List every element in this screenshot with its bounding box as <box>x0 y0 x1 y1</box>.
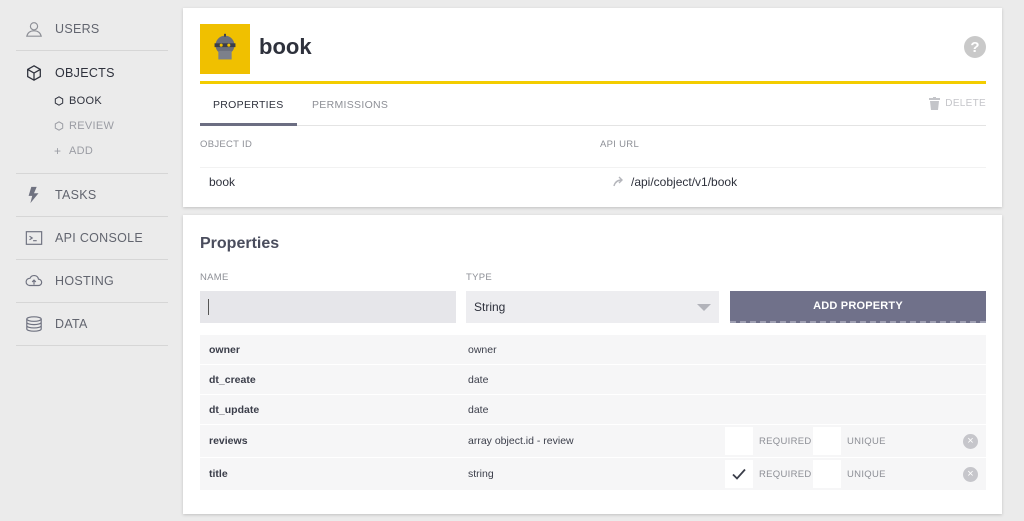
property-name-input[interactable] <box>200 291 456 323</box>
properties-title: Properties <box>200 235 280 252</box>
robot-icon <box>214 33 236 60</box>
property-name: reviews <box>209 435 248 447</box>
sidebar: USERS OBJECTS BOOK REVIEW + ADD TASKS AP… <box>16 8 168 346</box>
tab-permissions[interactable]: PERMISSIONS <box>296 84 404 126</box>
unique-label: UNIQUE <box>847 436 886 447</box>
table-row: owner owner <box>200 335 986 365</box>
object-tabs: PROPERTIES PERMISSIONS DELETE <box>200 84 986 126</box>
property-type: date <box>468 404 489 416</box>
unique-checkbox[interactable] <box>813 427 841 455</box>
hexagon-icon <box>54 95 66 106</box>
sidebar-item-label: DATA <box>55 317 88 331</box>
required-label: REQUIRED <box>759 436 812 447</box>
property-name: dt_create <box>209 374 256 386</box>
required-checkbox[interactable] <box>725 460 753 488</box>
trash-icon <box>929 97 941 110</box>
sidebar-object-review[interactable]: REVIEW <box>54 113 168 138</box>
bolt-icon <box>23 184 45 206</box>
help-icon[interactable]: ? <box>964 36 986 58</box>
object-avatar <box>200 24 250 74</box>
table-row: dt_create date <box>200 365 986 395</box>
sidebar-object-add[interactable]: + ADD <box>54 138 168 163</box>
object-id-value: book <box>209 175 236 189</box>
object-title: book <box>259 34 312 59</box>
checkmark-icon <box>732 468 746 480</box>
chevron-down-icon <box>697 304 711 311</box>
property-type: owner <box>468 344 497 356</box>
property-type: array object.id - review <box>468 435 574 447</box>
sidebar-item-label: TASKS <box>55 188 97 202</box>
sidebar-object-book[interactable]: BOOK <box>54 88 168 113</box>
object-id-label: OBJECT ID <box>200 139 253 150</box>
database-icon <box>23 313 45 335</box>
delete-button[interactable]: DELETE <box>929 97 986 110</box>
sidebar-item-data[interactable]: DATA <box>16 303 168 346</box>
required-label: REQUIRED <box>759 469 812 480</box>
sidebar-object-label: BOOK <box>69 94 102 107</box>
property-type-select[interactable]: String <box>466 291 719 323</box>
sidebar-item-label: USERS <box>55 22 100 36</box>
sidebar-item-users[interactable]: USERS <box>16 8 168 51</box>
unique-label: UNIQUE <box>847 469 886 480</box>
property-name: owner <box>209 344 240 356</box>
cloud-upload-icon <box>23 270 45 292</box>
properties-card: Properties NAME TYPE String ADD PROPERTY… <box>183 215 1002 514</box>
api-url-label: API URL <box>600 139 640 150</box>
properties-table: owner owner dt_create date dt_update dat… <box>200 335 986 491</box>
remove-property-icon[interactable]: × <box>963 467 978 482</box>
add-property-button[interactable]: ADD PROPERTY <box>730 291 986 323</box>
property-type: date <box>468 374 489 386</box>
name-label: NAME <box>200 272 229 283</box>
api-url-link[interactable]: /api/cobject/v1/book <box>631 168 737 196</box>
table-row: title string REQUIRED UNIQUE × <box>200 458 986 491</box>
user-icon <box>23 18 45 40</box>
sidebar-item-hosting[interactable]: HOSTING <box>16 260 168 303</box>
sidebar-item-tasks[interactable]: TASKS <box>16 174 168 217</box>
property-type: string <box>468 468 494 480</box>
plus-icon: + <box>54 143 62 158</box>
object-card: book ? PROPERTIES PERMISSIONS DELETE OBJ… <box>183 8 1002 207</box>
table-row: dt_update date <box>200 395 986 425</box>
type-select-value: String <box>474 300 506 314</box>
tab-properties[interactable]: PROPERTIES <box>200 84 297 126</box>
remove-property-icon[interactable]: × <box>963 434 978 449</box>
sidebar-object-label: REVIEW <box>69 119 115 132</box>
delete-label: DELETE <box>945 98 986 109</box>
sidebar-item-label: API CONSOLE <box>55 231 144 245</box>
property-name: title <box>209 468 228 480</box>
sidebar-item-api-console[interactable]: API CONSOLE <box>16 217 168 260</box>
sidebar-item-label: HOSTING <box>55 274 115 288</box>
hexagon-icon <box>54 120 66 131</box>
object-header: book ? <box>200 8 986 84</box>
unique-checkbox[interactable] <box>813 460 841 488</box>
object-info-row: book /api/cobject/v1/book <box>200 167 986 197</box>
type-label: TYPE <box>466 272 493 283</box>
property-name: dt_update <box>209 404 260 416</box>
sidebar-item-label: OBJECTS <box>55 65 115 80</box>
table-row: reviews array object.id - review REQUIRE… <box>200 425 986 458</box>
objects-subnav: BOOK REVIEW + ADD <box>16 88 168 174</box>
cube-icon <box>23 62 45 84</box>
terminal-icon <box>23 227 45 249</box>
required-checkbox[interactable] <box>725 427 753 455</box>
share-arrow-icon <box>613 176 623 187</box>
sidebar-object-label: ADD <box>69 144 94 157</box>
text-cursor <box>208 299 209 315</box>
